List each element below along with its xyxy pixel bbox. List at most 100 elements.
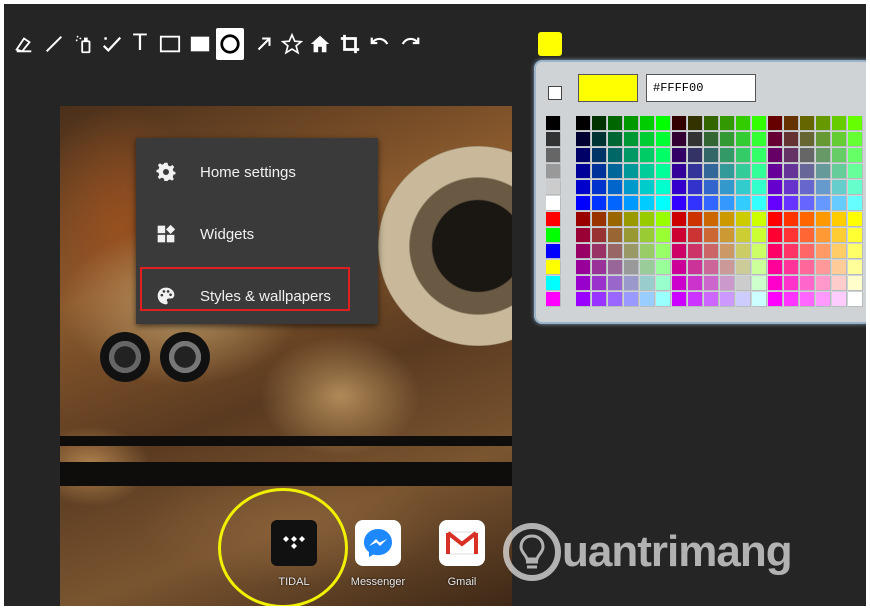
palette-color-swatch[interactable]: [816, 164, 831, 179]
palette-color-swatch[interactable]: [752, 180, 767, 195]
palette-color-swatch[interactable]: [720, 212, 735, 227]
palette-color-swatch[interactable]: [656, 244, 671, 259]
palette-color-swatch[interactable]: [672, 132, 687, 147]
basic-color-swatch[interactable]: [546, 180, 561, 195]
palette-color-swatch[interactable]: [816, 148, 831, 163]
palette-color-swatch[interactable]: [592, 260, 607, 275]
palette-color-swatch[interactable]: [800, 164, 815, 179]
palette-color-swatch[interactable]: [768, 260, 783, 275]
palette-color-swatch[interactable]: [768, 164, 783, 179]
palette-color-swatch[interactable]: [784, 292, 799, 307]
palette-color-swatch[interactable]: [576, 228, 591, 243]
palette-color-swatch[interactable]: [640, 228, 655, 243]
palette-color-swatch[interactable]: [672, 164, 687, 179]
basic-color-swatch[interactable]: [546, 212, 561, 227]
palette-color-swatch[interactable]: [720, 276, 735, 291]
palette-color-swatch[interactable]: [608, 132, 623, 147]
palette-color-swatch[interactable]: [608, 292, 623, 307]
palette-color-swatch[interactable]: [752, 132, 767, 147]
palette-color-swatch[interactable]: [752, 148, 767, 163]
palette-color-swatch[interactable]: [784, 260, 799, 275]
menu-item-widgets[interactable]: Widgets: [136, 204, 378, 264]
palette-color-swatch[interactable]: [640, 196, 655, 211]
palette-color-swatch[interactable]: [736, 260, 751, 275]
palette-color-swatch[interactable]: [672, 228, 687, 243]
spray-tool[interactable]: [70, 28, 98, 60]
palette-color-swatch[interactable]: [640, 212, 655, 227]
palette-color-swatch[interactable]: [816, 212, 831, 227]
palette-color-swatch[interactable]: [640, 260, 655, 275]
palette-color-swatch[interactable]: [576, 212, 591, 227]
palette-color-swatch[interactable]: [832, 180, 847, 195]
palette-color-swatch[interactable]: [592, 196, 607, 211]
palette-color-swatch[interactable]: [848, 292, 863, 307]
palette-color-swatch[interactable]: [704, 132, 719, 147]
basic-color-swatch[interactable]: [546, 116, 561, 131]
palette-color-swatch[interactable]: [784, 164, 799, 179]
palette-color-swatch[interactable]: [672, 244, 687, 259]
palette-color-swatch[interactable]: [816, 292, 831, 307]
palette-color-swatch[interactable]: [832, 164, 847, 179]
undo-tool[interactable]: [366, 28, 394, 60]
crop-tool[interactable]: [336, 28, 364, 60]
palette-color-swatch[interactable]: [688, 164, 703, 179]
basic-color-swatch[interactable]: [546, 276, 561, 291]
palette-color-swatch[interactable]: [640, 244, 655, 259]
current-color-swatch[interactable]: [538, 32, 562, 56]
circle-tool[interactable]: [216, 28, 244, 60]
palette-color-swatch[interactable]: [656, 116, 671, 131]
palette-color-swatch[interactable]: [656, 276, 671, 291]
palette-color-swatch[interactable]: [624, 276, 639, 291]
palette-color-swatch[interactable]: [848, 116, 863, 131]
palette-color-swatch[interactable]: [768, 148, 783, 163]
palette-color-swatch[interactable]: [736, 196, 751, 211]
palette-color-swatch[interactable]: [784, 228, 799, 243]
palette-color-swatch[interactable]: [848, 148, 863, 163]
image-editor-canvas[interactable]: T Home settings Widgets Styles & wallpap…: [4, 4, 866, 606]
palette-color-swatch[interactable]: [656, 228, 671, 243]
palette-color-swatch[interactable]: [624, 148, 639, 163]
palette-color-swatch[interactable]: [688, 244, 703, 259]
palette-color-swatch[interactable]: [800, 196, 815, 211]
palette-color-swatch[interactable]: [704, 260, 719, 275]
palette-color-swatch[interactable]: [832, 228, 847, 243]
palette-color-swatch[interactable]: [704, 148, 719, 163]
palette-color-swatch[interactable]: [704, 180, 719, 195]
palette-color-swatch[interactable]: [576, 116, 591, 131]
palette-color-swatch[interactable]: [752, 196, 767, 211]
palette-color-swatch[interactable]: [672, 116, 687, 131]
palette-color-swatch[interactable]: [688, 196, 703, 211]
palette-color-swatch[interactable]: [784, 132, 799, 147]
palette-color-swatch[interactable]: [720, 132, 735, 147]
palette-color-swatch[interactable]: [608, 276, 623, 291]
palette-color-swatch[interactable]: [592, 212, 607, 227]
palette-color-swatch[interactable]: [672, 276, 687, 291]
palette-color-swatch[interactable]: [768, 116, 783, 131]
palette-color-swatch[interactable]: [816, 228, 831, 243]
palette-color-swatch[interactable]: [640, 148, 655, 163]
palette-color-swatch[interactable]: [720, 196, 735, 211]
palette-color-swatch[interactable]: [672, 212, 687, 227]
palette-color-swatch[interactable]: [848, 132, 863, 147]
palette-color-swatch[interactable]: [736, 276, 751, 291]
palette-color-swatch[interactable]: [704, 164, 719, 179]
palette-color-swatch[interactable]: [640, 292, 655, 307]
palette-color-swatch[interactable]: [704, 228, 719, 243]
palette-color-swatch[interactable]: [848, 212, 863, 227]
checkmark-tool[interactable]: [98, 28, 126, 60]
palette-color-swatch[interactable]: [608, 196, 623, 211]
palette-color-swatch[interactable]: [784, 196, 799, 211]
basic-color-swatch[interactable]: [546, 228, 561, 243]
palette-color-swatch[interactable]: [624, 116, 639, 131]
palette-color-swatch[interactable]: [576, 132, 591, 147]
palette-color-swatch[interactable]: [800, 148, 815, 163]
palette-color-swatch[interactable]: [592, 148, 607, 163]
rectangle-outline-tool[interactable]: [156, 28, 184, 60]
palette-color-swatch[interactable]: [736, 132, 751, 147]
palette-color-swatch[interactable]: [768, 244, 783, 259]
palette-color-swatch[interactable]: [576, 148, 591, 163]
palette-color-swatch[interactable]: [752, 212, 767, 227]
palette-color-swatch[interactable]: [832, 260, 847, 275]
palette-color-swatch[interactable]: [800, 132, 815, 147]
palette-color-swatch[interactable]: [768, 212, 783, 227]
